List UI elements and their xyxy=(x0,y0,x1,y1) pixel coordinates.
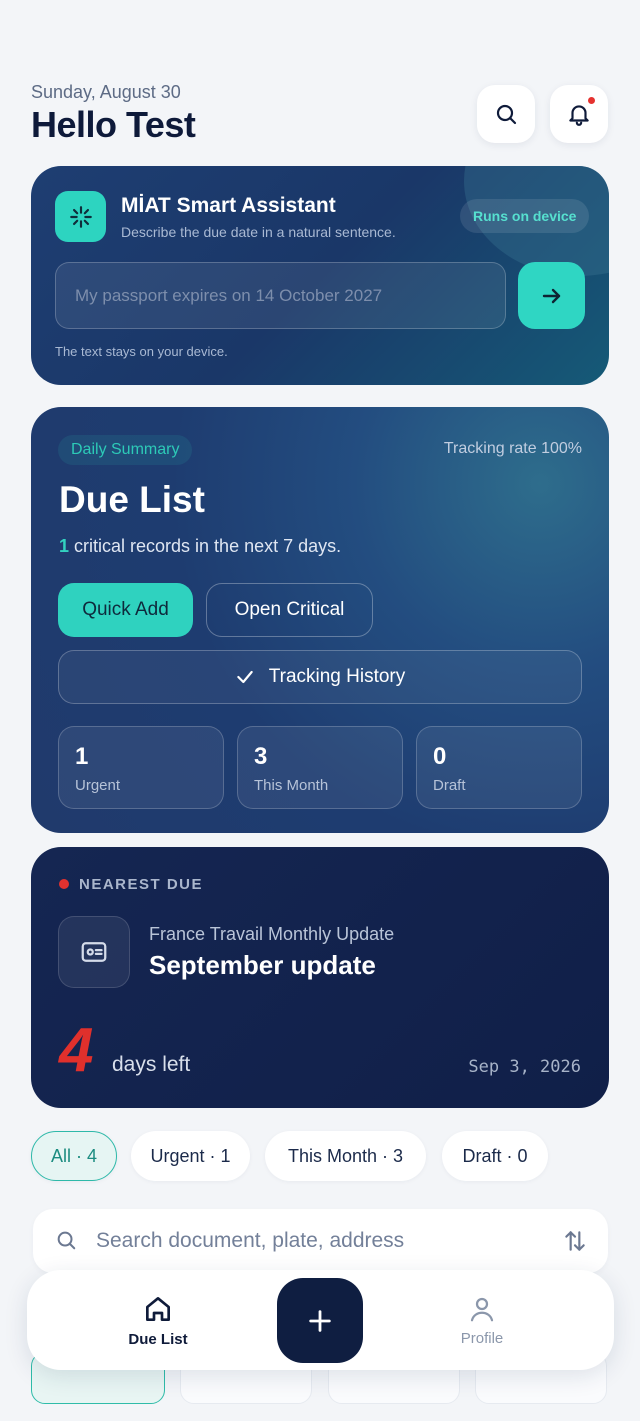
assistant-title: MİAT Smart Assistant xyxy=(121,194,336,217)
smart-assistant-card: MİAT Smart Assistant Describe the due da… xyxy=(31,166,609,385)
critical-count: 1 xyxy=(59,536,70,556)
due-date: Sep 3, 2026 xyxy=(468,1057,581,1077)
stat-label: Urgent xyxy=(75,777,121,794)
search-input[interactable]: Search document, plate, address xyxy=(96,1229,404,1253)
critical-summary: 1 critical records in the next 7 days. xyxy=(59,536,341,557)
stat-this-month[interactable]: 3 This Month xyxy=(237,726,403,809)
notifications-button[interactable] xyxy=(550,85,608,143)
bell-icon xyxy=(569,105,589,126)
stat-value: 1 xyxy=(75,743,89,770)
user-icon xyxy=(470,1297,494,1321)
critical-text: critical records in the next 7 days. xyxy=(69,536,342,556)
assistant-input[interactable]: My passport expires on 14 October 2027 xyxy=(55,262,506,329)
stat-urgent[interactable]: 1 Urgent xyxy=(58,726,224,809)
home-icon xyxy=(146,1296,170,1321)
nav-due-list[interactable]: Due List xyxy=(88,1270,228,1370)
days-left-count: 4 xyxy=(59,1016,94,1085)
stat-label: Draft xyxy=(433,777,466,794)
check-icon xyxy=(236,670,253,684)
open-critical-button[interactable]: Open Critical xyxy=(206,583,373,637)
arrow-right-icon xyxy=(542,288,560,303)
search-icon xyxy=(57,1231,76,1250)
stat-draft[interactable]: 0 Draft xyxy=(416,726,582,809)
days-left-label: days left xyxy=(112,1053,191,1076)
daily-summary-pill: Daily Summary xyxy=(58,435,193,465)
due-title: September update xyxy=(149,950,376,980)
nearest-due-label: NEAREST DUE xyxy=(79,876,204,893)
id-card-icon xyxy=(58,916,130,988)
stat-value: 0 xyxy=(433,743,447,770)
search-bar[interactable]: Search document, plate, address xyxy=(33,1209,608,1273)
filter-urgent[interactable]: Urgent · 1 xyxy=(131,1131,250,1181)
add-button[interactable] xyxy=(277,1278,363,1363)
due-organization: France Travail Monthly Update xyxy=(149,924,395,944)
filter-all[interactable]: All · 4 xyxy=(31,1131,117,1181)
privacy-note: The text stays on your device. xyxy=(55,344,228,359)
page-title: Hello Test xyxy=(31,104,196,145)
stat-label: This Month xyxy=(254,777,329,794)
send-button[interactable] xyxy=(518,262,585,329)
stat-value: 3 xyxy=(254,743,268,770)
sparkle-icon xyxy=(55,191,106,242)
notification-dot xyxy=(588,97,595,104)
date-label: Sunday, August 30 xyxy=(31,82,181,102)
filter-this-month[interactable]: This Month · 3 xyxy=(265,1131,426,1181)
sort-icon[interactable] xyxy=(562,1228,588,1254)
due-summary-card: Daily Summary Tracking rate 100% Due Lis… xyxy=(31,407,609,833)
alert-dot xyxy=(59,879,69,889)
filter-draft[interactable]: Draft · 0 xyxy=(442,1131,548,1181)
search-icon xyxy=(496,104,517,125)
tracking-history-label: Tracking History xyxy=(268,666,406,687)
on-device-badge: Runs on device xyxy=(460,199,590,233)
assistant-subtitle: Describe the due date in a natural sente… xyxy=(121,224,396,240)
tracking-rate: Tracking rate 100% xyxy=(443,440,582,457)
nav-label: Profile xyxy=(460,1329,504,1347)
due-list-title: Due List xyxy=(59,479,205,520)
nav-label: Due List xyxy=(128,1330,188,1348)
tracking-history-button[interactable]: Tracking History xyxy=(58,650,582,704)
plus-icon xyxy=(309,1309,331,1332)
nearest-due-card[interactable]: NEAREST DUE France Travail Monthly Updat… xyxy=(31,847,609,1108)
search-button[interactable] xyxy=(477,85,535,143)
quick-add-button[interactable]: Quick Add xyxy=(58,583,193,637)
nav-profile[interactable]: Profile xyxy=(412,1270,552,1370)
